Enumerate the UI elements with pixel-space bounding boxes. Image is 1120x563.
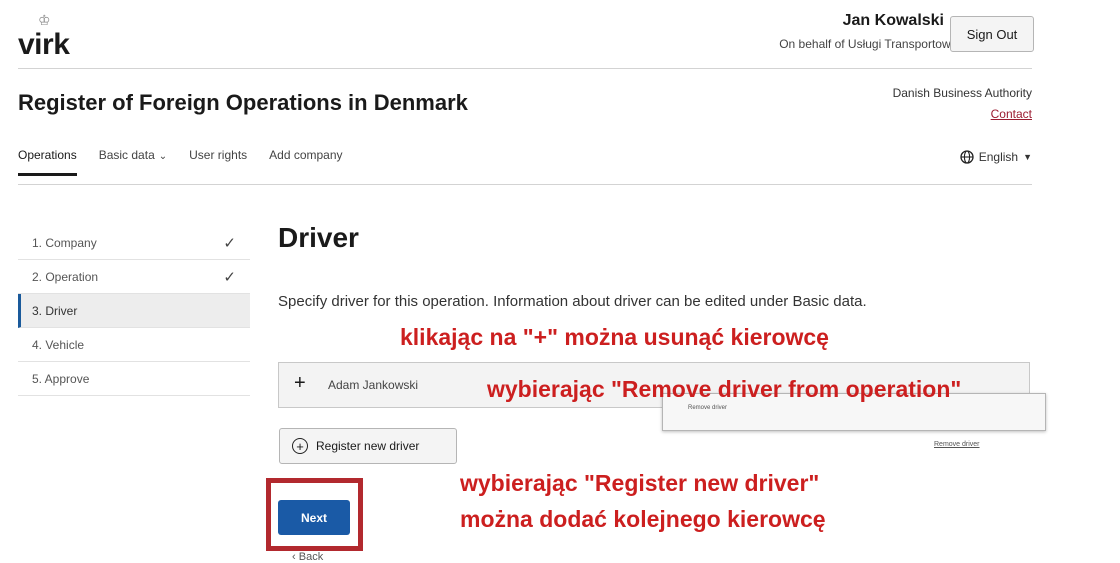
remove-driver-link[interactable]: Remove driver [934,441,980,448]
crown-icon: ♔ [38,12,51,28]
virk-logo[interactable]: ♔ virk [18,8,88,61]
nav-operations-label: Operations [18,148,77,162]
step-label: 3. Driver [32,303,78,318]
next-button[interactable]: Next [278,500,350,535]
nav-divider [18,184,1032,185]
language-selector[interactable]: English ▼ [960,150,1032,164]
sign-out-button[interactable]: Sign Out [950,16,1034,52]
nav-user-rights[interactable]: User rights [189,148,247,176]
logo-text: virk [18,28,70,61]
step-label: 5. Approve [32,371,90,386]
annotation-register-hint: wybierając "Register new driver" [460,470,820,496]
nav-basic-data[interactable]: Basic data ⌄ [99,148,167,176]
chevron-down-icon: ⌄ [158,151,168,162]
step-label: 1. Company [32,235,97,250]
back-arrow-icon: ‹ [292,551,299,563]
section-description: Specify driver for this operation. Infor… [278,293,867,310]
globe-icon [960,150,974,164]
main-nav: Operations Basic data ⌄ User rights Add c… [18,148,343,184]
page-title: Register of Foreign Operations in Denmar… [18,90,468,115]
step-company[interactable]: 1. Company ✓ [18,226,250,260]
annotation-remove-option: wybierając "Remove driver from operation… [487,376,962,402]
register-button-label: Register new driver [316,439,420,453]
remove-driver-option[interactable]: Remove driver [688,405,727,411]
nav-add-company-label: Add company [269,148,343,162]
expand-plus-icon[interactable]: + [294,372,306,395]
step-driver[interactable]: 3. Driver [18,294,250,328]
language-label: English [978,150,1019,164]
annotation-remove-hint: klikając na "+" można usunąć kierowcę [400,324,829,350]
contact-link[interactable]: Contact [991,107,1032,121]
step-label: 2. Operation [32,269,99,284]
step-vehicle[interactable]: 4. Vehicle [18,328,250,362]
annotation-add-driver: można dodać kolejnego kierowcę [460,506,826,532]
authority-name: Danish Business Authority [892,86,1032,100]
nav-operations[interactable]: Operations [18,148,77,176]
user-name: Jan Kowalski [842,12,944,29]
checkmark-icon: ✓ [223,234,236,252]
caret-down-icon: ▼ [1023,152,1032,162]
nav-basic-data-label: Basic data [98,148,155,162]
nav-user-rights-label: User rights [189,148,248,162]
step-operation[interactable]: 2. Operation ✓ [18,260,250,294]
section-heading: Driver [278,222,359,253]
step-label: 4. Vehicle [32,337,85,352]
step-list: 1. Company ✓ 2. Operation ✓ 3. Driver 4.… [18,226,250,396]
header-divider [18,68,1032,69]
checkmark-icon: ✓ [223,268,236,286]
back-link[interactable]: ‹ Back [292,551,323,563]
back-label: Back [298,551,324,563]
nav-add-company[interactable]: Add company [269,148,342,176]
driver-name: Adam Jankowski [328,378,419,392]
step-approve[interactable]: 5. Approve [18,362,250,396]
register-new-driver-button[interactable]: + Register new driver [279,428,457,464]
plus-circle-icon: + [292,438,308,454]
